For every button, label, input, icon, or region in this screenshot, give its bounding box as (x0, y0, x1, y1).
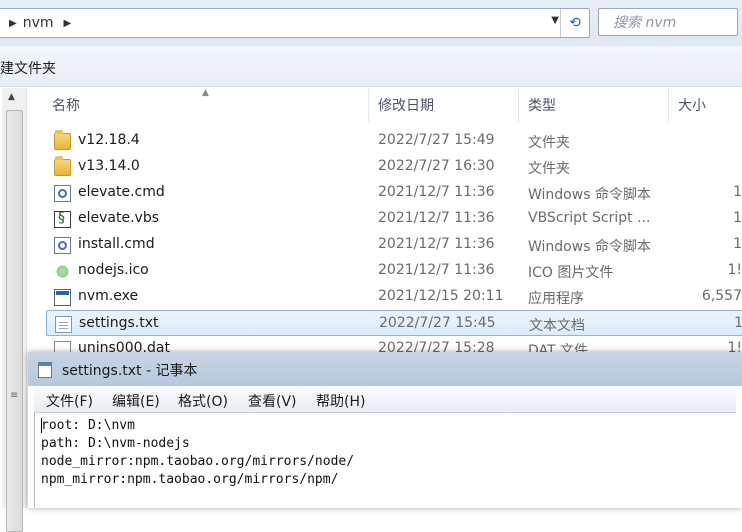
file-date: 2021/12/7 11:36 (378, 184, 495, 200)
text-line: node_mirror:npm.taobao.org/mirrors/node/ (41, 454, 355, 469)
file-size: 1 (733, 210, 742, 226)
file-date: 2022/7/27 15:49 (378, 132, 495, 148)
column-divider[interactable] (668, 88, 669, 122)
scrollbar-thumb[interactable] (6, 110, 23, 532)
file-type: 文本文档 (529, 318, 585, 334)
address-bar-area: ▶ nvm ▶ ▼ ⟲ 搜索 nvm (0, 0, 742, 46)
notepad-title-bar[interactable]: settings.txt - 记事本 (28, 352, 742, 386)
notepad-text-area[interactable]: root: D:\nvm path: D:\nvm-nodejs node_mi… (34, 413, 737, 508)
file-size: 6,557 (701, 288, 742, 304)
toolbar: 建文件夹 (0, 46, 742, 87)
text-line: npm_mirror:npm.taobao.org/mirrors/npm/ (41, 472, 339, 487)
file-name: settings.txt (79, 315, 159, 331)
refresh-icon[interactable]: ⟲ (560, 9, 589, 37)
file-date: 2021/12/7 11:36 (378, 236, 495, 252)
file-date: 2021/12/15 20:11 (378, 288, 504, 304)
vbs-file-icon (54, 210, 71, 228)
sort-ascending-icon: ▲ (202, 88, 209, 98)
file-name: elevate.cmd (78, 184, 165, 200)
file-row[interactable]: nodejs.ico 2021/12/7 11:36 ICO 图片文件 1! (46, 258, 742, 284)
file-date: 2022/7/27 16:30 (378, 158, 495, 174)
notepad-title: settings.txt - 记事本 (62, 363, 198, 379)
notepad-icon (38, 362, 52, 378)
file-size: 1 (733, 184, 742, 200)
column-header-modified[interactable]: 修改日期 (378, 95, 434, 115)
file-name: v12.18.4 (78, 132, 140, 148)
file-date: 2021/12/7 11:36 (378, 210, 495, 226)
breadcrumb-arrow-icon[interactable]: ▶ (9, 18, 17, 29)
file-row[interactable]: nvm.exe 2021/12/15 20:11 应用程序 6,557 (46, 284, 742, 310)
address-bar[interactable]: ▶ nvm ▶ ▼ ⟲ (0, 8, 590, 38)
menu-edit[interactable]: 编辑(E) (112, 391, 160, 411)
menu-help[interactable]: 帮助(H) (316, 391, 365, 411)
scroll-up-arrow-icon[interactable]: ▲ (8, 92, 15, 102)
file-date: 2022/7/27 15:45 (379, 315, 496, 331)
new-folder-button[interactable]: 建文件夹 (0, 58, 56, 78)
file-name: elevate.vbs (78, 210, 159, 226)
menu-file[interactable]: 文件(F) (46, 391, 93, 411)
cmd-file-icon (54, 237, 71, 254)
file-size: 1 (733, 236, 742, 252)
folder-icon (54, 156, 71, 176)
folder-icon (54, 130, 71, 150)
file-type: Windows 命令脚本 (528, 187, 651, 203)
file-type: Windows 命令脚本 (528, 239, 651, 255)
file-row[interactable]: v13.14.0 2022/7/27 16:30 文件夹 (46, 154, 742, 180)
menu-format[interactable]: 格式(O) (178, 391, 228, 411)
file-row-selected[interactable]: settings.txt 2022/7/27 15:45 文本文档 1 (46, 310, 742, 336)
text-line: root: D:\nvm (41, 418, 135, 433)
history-dropdown-icon[interactable]: ▼ (551, 15, 559, 26)
txt-file-icon (55, 316, 72, 333)
file-name: nvm.exe (78, 288, 139, 304)
menu-view[interactable]: 查看(V) (248, 391, 297, 411)
exe-file-icon (54, 289, 71, 306)
file-name: install.cmd (78, 236, 155, 252)
ico-file-icon (56, 265, 69, 278)
file-size: 1! (727, 262, 742, 278)
column-header-type[interactable]: 类型 (528, 95, 556, 115)
file-row[interactable]: elevate.vbs 2021/12/7 11:36 VBScript Scr… (46, 206, 742, 232)
column-header-name[interactable]: 名称 (52, 95, 80, 115)
file-date: 2021/12/7 11:36 (378, 262, 495, 278)
notepad-window: settings.txt - 记事本 文件(F) 编辑(E) 格式(O) 查看(… (28, 352, 742, 508)
file-type: 文件夹 (528, 161, 570, 177)
file-row[interactable]: v12.18.4 2022/7/27 15:49 文件夹 (46, 128, 742, 154)
column-divider[interactable] (518, 88, 519, 122)
file-name: nodejs.ico (78, 262, 149, 278)
text-line: path: D:\nvm-nodejs (41, 436, 190, 451)
file-type: VBScript Script ... (528, 210, 651, 226)
column-divider[interactable] (368, 88, 369, 122)
cmd-file-icon (54, 185, 71, 202)
file-row[interactable]: elevate.cmd 2021/12/7 11:36 Windows 命令脚本… (46, 180, 742, 206)
file-size: 1 (734, 315, 742, 331)
file-type: 文件夹 (528, 135, 570, 151)
file-row[interactable]: install.cmd 2021/12/7 11:36 Windows 命令脚本… (46, 232, 742, 258)
notepad-menu-bar: 文件(F) 编辑(E) 格式(O) 查看(V) 帮助(H) (34, 386, 736, 413)
scrollbar-grip-icon: ≡ (10, 390, 19, 401)
column-header-size[interactable]: 大小 (678, 95, 706, 115)
search-input[interactable]: 搜索 nvm (598, 8, 738, 36)
vertical-scrollbar[interactable]: ▲ ≡ (2, 88, 27, 532)
file-type: ICO 图片文件 (528, 265, 614, 281)
file-name: v13.14.0 (78, 158, 140, 174)
column-headers: 名称 ▲ 修改日期 类型 大小 (26, 88, 742, 122)
file-type: 应用程序 (528, 291, 584, 307)
breadcrumb-arrow-icon[interactable]: ▶ (64, 18, 72, 29)
breadcrumb-folder[interactable]: nvm (23, 15, 54, 31)
